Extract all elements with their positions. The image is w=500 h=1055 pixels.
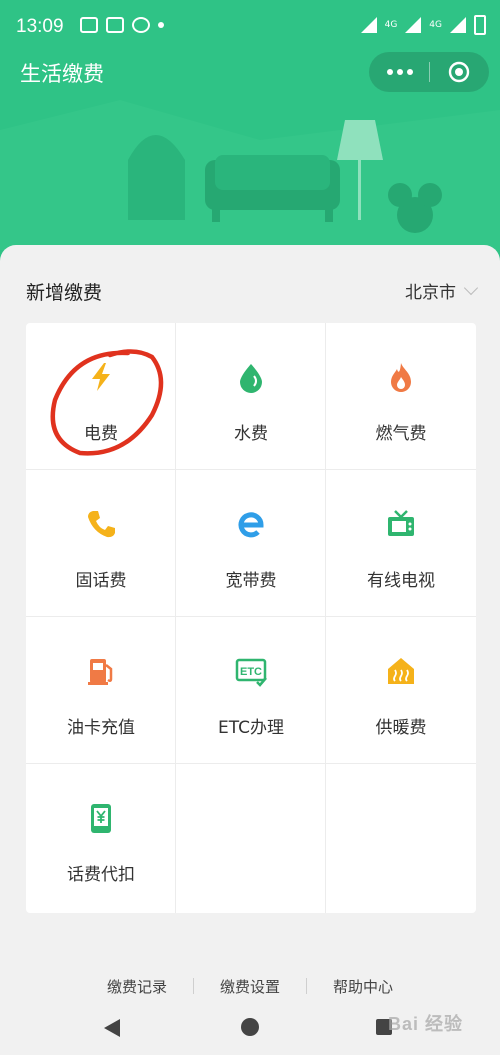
- service-label: ETC办理: [218, 718, 284, 738]
- service-phone-bill[interactable]: 话费代扣: [26, 764, 176, 913]
- service-water[interactable]: 水费: [176, 323, 326, 470]
- water-drop-icon: [240, 364, 262, 393]
- phone-icon: [88, 511, 115, 538]
- payment-settings-link[interactable]: 缴费设置: [194, 976, 306, 997]
- service-fuel-card[interactable]: 油卡充值: [26, 617, 176, 764]
- back-triangle-icon[interactable]: [104, 1019, 120, 1037]
- service-label: 电费: [84, 424, 118, 444]
- service-electricity[interactable]: 电费: [26, 323, 176, 470]
- service-cable-tv[interactable]: 有线电视: [326, 470, 476, 617]
- service-panel: 新增缴费 北京市 电费 水费 燃气费 固话费 宽带费 有线电视 油卡充值 ETC…: [0, 245, 500, 1055]
- hd-icon: [106, 17, 124, 33]
- service-heating[interactable]: 供暖费: [326, 617, 476, 764]
- service-gas[interactable]: 燃气费: [326, 323, 476, 470]
- help-center-link[interactable]: 帮助中心: [307, 976, 419, 997]
- app-title: 生活缴费: [20, 62, 104, 86]
- city-selector[interactable]: 北京市: [405, 278, 479, 303]
- etc-card-icon: ETC: [235, 658, 267, 687]
- broadband-e-icon: [238, 512, 264, 538]
- heating-house-icon: [388, 658, 414, 684]
- status-time: 13:09: [16, 16, 64, 37]
- notification-dot-icon: [158, 22, 164, 28]
- svg-text:ETC: ETC: [240, 666, 262, 678]
- wechat-icon: [132, 17, 150, 33]
- battery-icon: [474, 15, 486, 35]
- wifi-icon: [360, 17, 377, 33]
- service-label: 油卡充值: [67, 718, 135, 738]
- home-circle-icon[interactable]: [241, 1018, 259, 1036]
- network-label-1: 4G: [384, 20, 398, 30]
- lightning-icon: [92, 363, 110, 391]
- tv-icon: [388, 510, 414, 536]
- fuel-pump-icon: [88, 659, 113, 685]
- footer-links: 缴费记录 缴费设置 帮助中心: [0, 972, 500, 1000]
- watermark: Bai 经验: [388, 1014, 464, 1034]
- chevron-down-icon: [463, 280, 479, 295]
- flame-icon: [391, 363, 411, 392]
- service-label: 燃气费: [375, 424, 427, 444]
- service-broadband[interactable]: 宽带费: [176, 470, 326, 617]
- empty-cell: [176, 764, 326, 913]
- service-label: 话费代扣: [67, 865, 135, 885]
- signal-icon-2: [450, 17, 466, 33]
- vibrate-icon: [80, 17, 98, 33]
- empty-cell: [326, 764, 476, 913]
- service-label: 供暖费: [375, 718, 427, 738]
- living-room-illustration: [0, 100, 500, 250]
- service-label: 宽带费: [225, 571, 277, 591]
- status-bar: 13:09 4G 4G: [0, 0, 500, 54]
- more-icon[interactable]: [385, 64, 415, 80]
- signal-icon: [405, 17, 422, 33]
- close-circle-icon[interactable]: [447, 60, 471, 84]
- service-etc[interactable]: ETC ETC办理: [176, 617, 326, 764]
- miniprogram-capsule: [369, 52, 489, 92]
- service-landline[interactable]: 固话费: [26, 470, 176, 617]
- payment-records-link[interactable]: 缴费记录: [81, 976, 193, 997]
- service-label: 有线电视: [367, 571, 435, 591]
- network-label-2: 4G: [429, 20, 442, 30]
- service-label: 水费: [234, 424, 268, 444]
- section-title: 新增缴费: [26, 282, 103, 304]
- city-label: 北京市: [405, 283, 456, 303]
- mobile-yuan-icon: [91, 804, 111, 833]
- service-grid: 电费 水费 燃气费 固话费 宽带费 有线电视 油卡充值 ETC ETC办理 供暖…: [26, 323, 476, 913]
- service-label: 固话费: [75, 571, 127, 591]
